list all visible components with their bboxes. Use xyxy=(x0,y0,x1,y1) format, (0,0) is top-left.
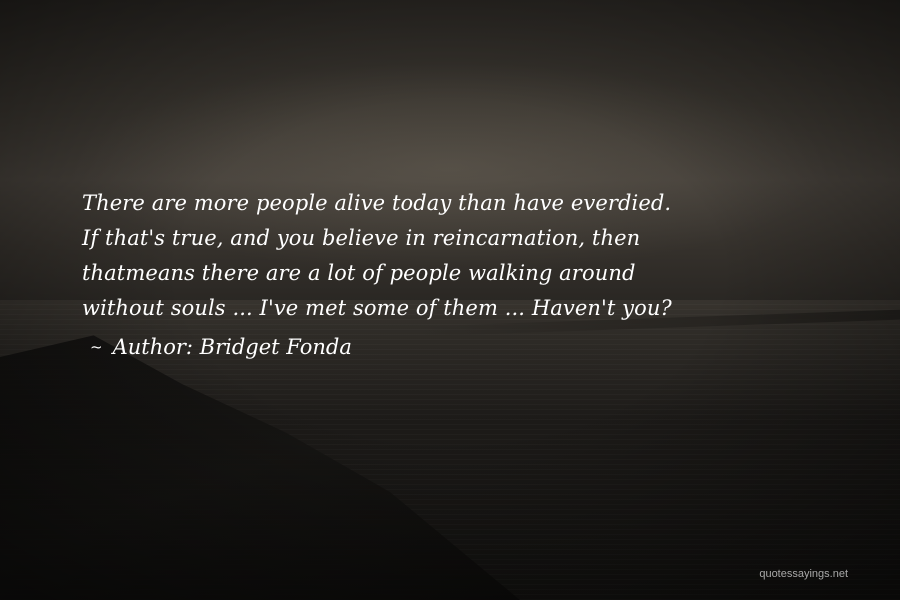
quote-line-3: thatmeans there are a lot of people walk… xyxy=(82,261,636,285)
author-label: Author: Bridget Fonda xyxy=(112,335,352,359)
quote-line-2: If that's true, and you believe in reinc… xyxy=(82,226,641,250)
site-watermark: quotessayings.net xyxy=(759,568,848,580)
quote-line-1: There are more people alive today than h… xyxy=(82,191,672,215)
author-attribution: ~ Author: Bridget Fonda xyxy=(90,330,352,365)
tilde-marker: ~ xyxy=(90,338,103,356)
quote-line-4: without souls ... I've met some of them … xyxy=(82,296,672,320)
quote-text: There are more people alive today than h… xyxy=(82,186,862,326)
